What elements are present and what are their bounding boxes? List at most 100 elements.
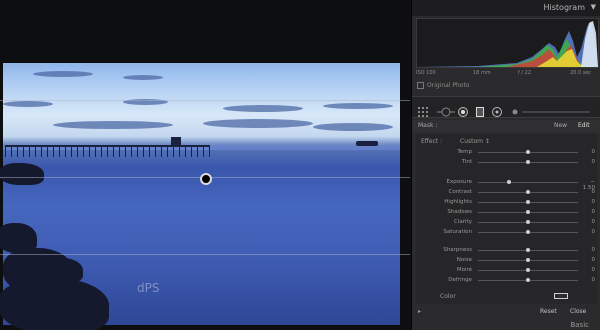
slider-value[interactable]: 0: [581, 277, 596, 283]
slider-track[interactable]: [478, 248, 578, 252]
slider-thumb[interactable]: [526, 190, 530, 194]
tool-strip: [412, 96, 600, 118]
slider-thumb[interactable]: [526, 150, 530, 154]
slider-label: Temp: [457, 149, 472, 155]
slider-row-noise: Noise 0: [416, 256, 597, 266]
slider-row-sharpness: Sharpness 0: [416, 246, 597, 256]
slider-thumb[interactable]: [526, 220, 530, 224]
effect-label: Effect :: [421, 138, 443, 145]
histogram-graph: [416, 18, 599, 68]
slider-row-clarity: Clarity 0: [416, 218, 597, 228]
focal-length: 18 mm: [473, 70, 491, 76]
slider-thumb[interactable]: [507, 180, 511, 184]
slider-row-saturation: Saturation 0: [416, 228, 597, 238]
brush-icon[interactable]: [510, 102, 590, 121]
watermark: dPS: [137, 281, 160, 295]
red-eye-icon[interactable]: [458, 102, 468, 121]
graduated-filter-line-top[interactable]: [0, 100, 410, 101]
slider-value[interactable]: 0: [581, 149, 596, 155]
original-photo-toggle[interactable]: Original Photo: [417, 82, 470, 89]
slider-track[interactable]: [478, 268, 578, 272]
slider-row-tint: Tint 0: [416, 158, 597, 168]
slider-row-moir: Moiré 0: [416, 266, 597, 276]
pier: [5, 145, 210, 157]
slider-track[interactable]: [478, 150, 578, 154]
mask-new-button[interactable]: New: [554, 122, 567, 129]
slider-thumb[interactable]: [526, 200, 530, 204]
slider-thumb[interactable]: [526, 210, 530, 214]
slider-track[interactable]: [478, 210, 578, 214]
slider-label: Noise: [456, 257, 472, 263]
slider-value[interactable]: 0: [581, 219, 596, 225]
panel-toggle-icon[interactable]: ▸: [418, 308, 421, 315]
slider-row-contrast: Contrast 0: [416, 188, 597, 198]
aperture-value: f / 22: [518, 70, 531, 76]
slider-track[interactable]: [478, 220, 578, 224]
collapse-triangle-icon[interactable]: ▼: [591, 3, 596, 11]
slider-value[interactable]: 0: [581, 159, 596, 165]
camera-info: ISO 100 18 mm f / 22 20.0 sec: [416, 70, 597, 79]
slider-thumb[interactable]: [526, 278, 530, 282]
slider-row-shadows: Shadows 0: [416, 208, 597, 218]
slider-label: Exposure: [446, 179, 472, 185]
color-label: Color: [440, 293, 456, 300]
slider-label: Moiré: [456, 267, 472, 273]
effect-preset-select[interactable]: Custom ↕: [460, 138, 490, 145]
slider-label: Contrast: [448, 189, 472, 195]
slider-label: Tint: [461, 159, 472, 165]
histogram-title: Histogram: [543, 3, 586, 12]
slider-label: Shadows: [447, 209, 472, 215]
slider-value[interactable]: 0: [581, 189, 596, 195]
radial-filter-icon[interactable]: [492, 102, 502, 121]
graduated-filter-icon[interactable]: [476, 102, 484, 121]
slider-value[interactable]: 0: [581, 257, 596, 263]
slider-value[interactable]: 0: [581, 267, 596, 273]
slider-row-defringe: Defringe 0: [416, 276, 597, 286]
slider-label: Saturation: [443, 229, 472, 235]
iso-value: ISO 100: [416, 70, 436, 76]
ship: [356, 141, 378, 146]
slider-thumb[interactable]: [526, 268, 530, 272]
original-photo-label: Original Photo: [427, 82, 470, 89]
histogram-header[interactable]: Histogram ▼: [412, 0, 600, 16]
slider-track[interactable]: [478, 230, 578, 234]
reset-button[interactable]: Reset: [540, 308, 557, 315]
slider-track[interactable]: [478, 160, 578, 164]
slider-track[interactable]: [478, 278, 578, 282]
slider-thumb[interactable]: [526, 160, 530, 164]
close-button[interactable]: Close: [570, 308, 586, 315]
bottom-bar: ▸ Reset Close: [412, 306, 600, 318]
slider-row-highlights: Highlights 0: [416, 198, 597, 208]
slider-track[interactable]: [478, 258, 578, 262]
slider-thumb[interactable]: [526, 230, 530, 234]
mask-edit-button[interactable]: Edit: [578, 122, 590, 129]
image-viewer[interactable]: dPS: [0, 0, 410, 330]
slider-label: Sharpness: [443, 247, 472, 253]
basic-panel-header[interactable]: Basic: [570, 321, 589, 329]
slider-label: Highlights: [444, 199, 472, 205]
graduated-filter-pin[interactable]: [200, 173, 212, 185]
slider-label: Clarity: [454, 219, 472, 225]
slider-value[interactable]: 0: [581, 209, 596, 215]
slider-thumb[interactable]: [526, 258, 530, 262]
develop-panel: Histogram ▼ ISO 100 18 mm f / 22 20.0 se…: [411, 0, 600, 330]
slider-thumb[interactable]: [526, 248, 530, 252]
slider-row-exposure: Exposure − 1.50: [416, 178, 597, 191]
mask-row: Mask : New Edit: [412, 120, 600, 132]
slider-value[interactable]: 0: [581, 229, 596, 235]
checkbox[interactable]: [417, 82, 424, 89]
grid-icon[interactable]: [418, 102, 428, 121]
slider-track[interactable]: [478, 180, 578, 184]
slider-value[interactable]: 0: [581, 199, 596, 205]
slider-value[interactable]: 0: [581, 247, 596, 253]
slider-track[interactable]: [478, 200, 578, 204]
photo-canvas[interactable]: dPS: [0, 63, 400, 330]
spot-removal-icon[interactable]: [437, 102, 455, 121]
graduated-filter-line-bottom[interactable]: [0, 254, 410, 255]
effect-panel: Effect : Custom ↕ Temp 0 Tint 0 Exposure − 1.…: [416, 134, 597, 304]
slider-track[interactable]: [478, 190, 578, 194]
color-swatch[interactable]: [554, 293, 568, 299]
mask-label: Mask :: [418, 122, 438, 129]
slider-label: Defringe: [448, 277, 472, 283]
shutter-speed: 20.0 sec: [570, 70, 592, 76]
